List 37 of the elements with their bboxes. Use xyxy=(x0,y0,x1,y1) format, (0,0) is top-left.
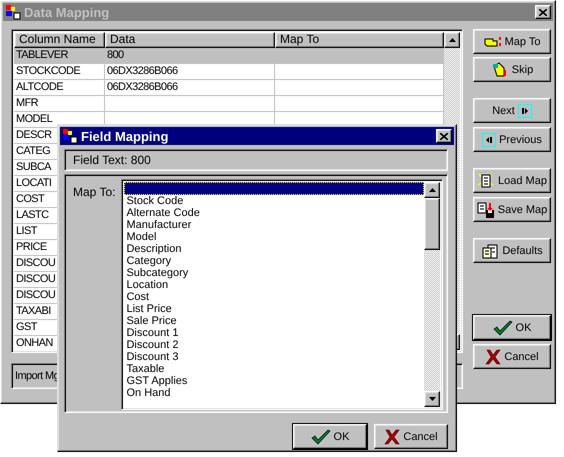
cancel-button[interactable]: Cancel xyxy=(374,424,448,449)
ok-button[interactable]: OK xyxy=(293,424,367,449)
list-item[interactable]: Description xyxy=(124,243,424,255)
table-row[interactable]: STOCKCODE 06DX3286B066 xyxy=(14,64,444,80)
column-header[interactable]: Column Name xyxy=(14,32,105,48)
window-title: Data Mapping xyxy=(24,4,110,20)
list-item[interactable]: Manufacturer xyxy=(124,219,424,231)
list-item[interactable]: Stock Code xyxy=(124,195,424,207)
next-button[interactable]: Next xyxy=(473,98,551,123)
table-row[interactable]: MFR xyxy=(14,96,444,112)
table-row[interactable]: TABLEVER 800 xyxy=(14,48,444,64)
load-button[interactable]: Load Map xyxy=(473,168,551,193)
list-item[interactable]: Discount 3 xyxy=(124,351,424,363)
list-item[interactable]: Discount 2 xyxy=(124,339,424,351)
list-item[interactable]: GST Applies xyxy=(124,375,424,387)
previous-button[interactable]: Previous xyxy=(473,127,551,152)
list-item[interactable]: Category xyxy=(124,255,424,267)
list-item[interactable]: Model xyxy=(124,231,424,243)
list-item[interactable]: Location xyxy=(124,279,424,291)
column-header[interactable]: Map To xyxy=(275,32,444,48)
list-item[interactable]: Alternate Code xyxy=(124,207,424,219)
list-item[interactable]: List Price xyxy=(124,303,424,315)
column-header[interactable]: Data xyxy=(105,32,275,48)
cancel-button[interactable]: Cancel xyxy=(473,344,551,369)
defaults-button[interactable]: Defaults xyxy=(473,238,551,263)
map-to-button[interactable]: Map To xyxy=(473,29,551,54)
list-item[interactable]: Taxable xyxy=(124,363,424,375)
list-item[interactable]: On Hand xyxy=(124,387,424,399)
list-item[interactable]: Cost xyxy=(124,291,424,303)
list-item[interactable]: Discount 1 xyxy=(124,327,424,339)
ok-button[interactable]: OK xyxy=(473,315,551,340)
table-row[interactable]: ALTCODE 06DX3286B066 xyxy=(14,80,444,96)
list-item[interactable]: Subcategory xyxy=(124,267,424,279)
skip-button[interactable]: Skip xyxy=(473,57,551,82)
save-button[interactable]: Save Map xyxy=(473,197,551,222)
map-to-list[interactable]: Stock Code Alternate Code Manufacturer Model Description Category Subcategory Location Cost List Price Sale Price Discount 1 Discount 2 Discount 3 Taxable GST Applies On Hand xyxy=(121,179,443,410)
list-item[interactable]: Sale Price xyxy=(124,315,424,327)
